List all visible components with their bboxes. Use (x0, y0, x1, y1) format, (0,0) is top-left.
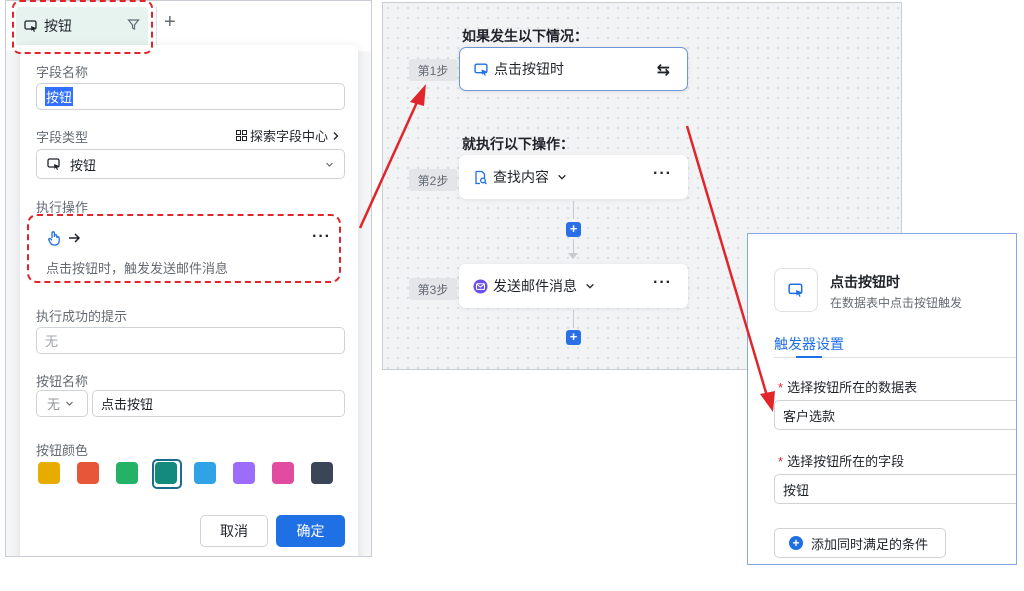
add-step-button[interactable]: + (566, 222, 581, 237)
field-name-value: 按钮 (45, 87, 74, 106)
plus-circle-icon: + (789, 536, 803, 550)
color-swatch[interactable] (194, 462, 216, 484)
trigger-subtitle: 在数据表中点击按钮触发 (830, 296, 963, 310)
explore-label: 探索字段中心 (249, 129, 328, 144)
step-1-label: 第1步 (409, 59, 457, 81)
button-cursor-icon (474, 62, 488, 76)
add-step-button[interactable]: + (566, 330, 581, 345)
field-select-label: * 选择按钮所在的字段 (778, 451, 904, 470)
step-1-trigger-node[interactable]: 点击按钮时 ⇆ (459, 47, 688, 91)
color-swatch[interactable] (272, 462, 294, 484)
trigger-heading: 如果发生以下情况： (462, 28, 588, 44)
trigger-settings-body: 点击按钮时 在数据表中点击按钮触发 触发器设置 * 选择按钮所在的数据表 客户选款… (754, 240, 1016, 564)
step-3-more-button[interactable]: ··· (653, 274, 672, 292)
cancel-button[interactable]: 取消 (200, 515, 268, 547)
color-swatch[interactable] (77, 462, 99, 484)
field-type-select[interactable]: 按钮 (36, 149, 345, 179)
button-name-prefix-select[interactable]: 无 (36, 390, 88, 417)
mail-icon (473, 279, 488, 293)
connector-line (573, 201, 574, 219)
table-select-value: 客户选款 (783, 408, 836, 424)
step-3-label: 第3步 (409, 278, 457, 300)
color-swatch[interactable] (116, 462, 138, 484)
success-tip-input[interactable]: 无 (36, 327, 345, 354)
field-type-value: 按钮 (70, 157, 97, 173)
tab-trigger-settings[interactable]: 触发器设置 (774, 334, 844, 354)
chevron-down-icon (586, 283, 594, 289)
button-name-label: 按钮名称 (36, 374, 89, 389)
button-color-label: 按钮颜色 (36, 443, 89, 458)
required-mark: * (778, 454, 784, 469)
button-name-prefix-value: 无 (47, 397, 61, 412)
chevron-down-icon (558, 174, 566, 180)
field-type-label: 字段类型 (36, 130, 89, 145)
table-select-label: * 选择按钮所在的数据表 (778, 377, 917, 396)
chevron-down-icon (326, 162, 333, 167)
step-1-node-label: 点击按钮时 (494, 61, 564, 77)
required-mark: * (778, 380, 784, 395)
color-swatch[interactable] (38, 462, 60, 484)
trigger-title: 点击按钮时 (830, 274, 900, 290)
success-tip-placeholder: 无 (45, 334, 59, 349)
color-swatch[interactable] (152, 459, 182, 489)
table-select-label-text: 选择按钮所在的数据表 (787, 380, 918, 395)
search-doc-icon (475, 170, 487, 184)
active-tab-indicator (796, 356, 822, 358)
button-name-input[interactable]: 点击按钮 (92, 390, 345, 417)
connector-arrow (568, 253, 578, 259)
field-select-label-text: 选择按钮所在的字段 (787, 454, 905, 469)
step-3-node-label: 发送邮件消息 (493, 278, 577, 294)
annotation-dashed-tab (12, 0, 153, 54)
trigger-settings-panel: 点击按钮时 在数据表中点击按钮触发 触发器设置 * 选择按钮所在的数据表 客户选款… (747, 233, 1017, 565)
step-3-mail-node[interactable]: 发送邮件消息 ··· (459, 264, 688, 308)
step-2-label: 第2步 (409, 169, 457, 191)
button-cursor-icon (788, 283, 803, 297)
explore-field-center-link[interactable]: 探索字段中心 (235, 126, 340, 145)
button-cursor-icon (47, 158, 60, 170)
annotation-dashed-action (27, 214, 341, 283)
connector-line (573, 239, 574, 253)
field-select[interactable]: 按钮 (774, 474, 1016, 504)
success-tip-label: 执行成功的提示 (36, 309, 128, 324)
button-name-value: 点击按钮 (101, 397, 154, 412)
chevron-right-icon (333, 131, 339, 140)
grid-icon (235, 130, 247, 141)
step-2-node-label: 查找内容 (493, 169, 549, 185)
color-swatch[interactable] (233, 462, 255, 484)
field-form: 字段名称 按钮 字段类型 探索字段中心 按钮 执行操作 ··· 点击按钮时，触发… (20, 45, 358, 556)
add-condition-button[interactable]: + 添加同时满足的条件 (774, 528, 946, 558)
tab-divider (156, 7, 157, 45)
add-condition-label: 添加同时满足的条件 (811, 536, 929, 552)
step-2-more-button[interactable]: ··· (653, 165, 672, 183)
action-heading: 就执行以下操作： (462, 136, 574, 152)
add-column-button[interactable]: + (164, 12, 176, 32)
step-2-find-node[interactable]: 查找内容 ··· (459, 155, 688, 199)
color-swatch[interactable] (311, 462, 333, 484)
field-name-label: 字段名称 (36, 65, 89, 80)
field-name-input[interactable]: 按钮 (36, 83, 345, 110)
color-swatches (38, 459, 350, 489)
trigger-icon-box (774, 268, 818, 312)
table-select[interactable]: 客户选款 (774, 400, 1016, 430)
confirm-button[interactable]: 确定 (276, 515, 345, 547)
switch-icon[interactable]: ⇆ (657, 60, 671, 80)
chevron-down-icon (66, 401, 73, 406)
field-select-value: 按钮 (783, 482, 810, 498)
connector-line (573, 310, 574, 328)
